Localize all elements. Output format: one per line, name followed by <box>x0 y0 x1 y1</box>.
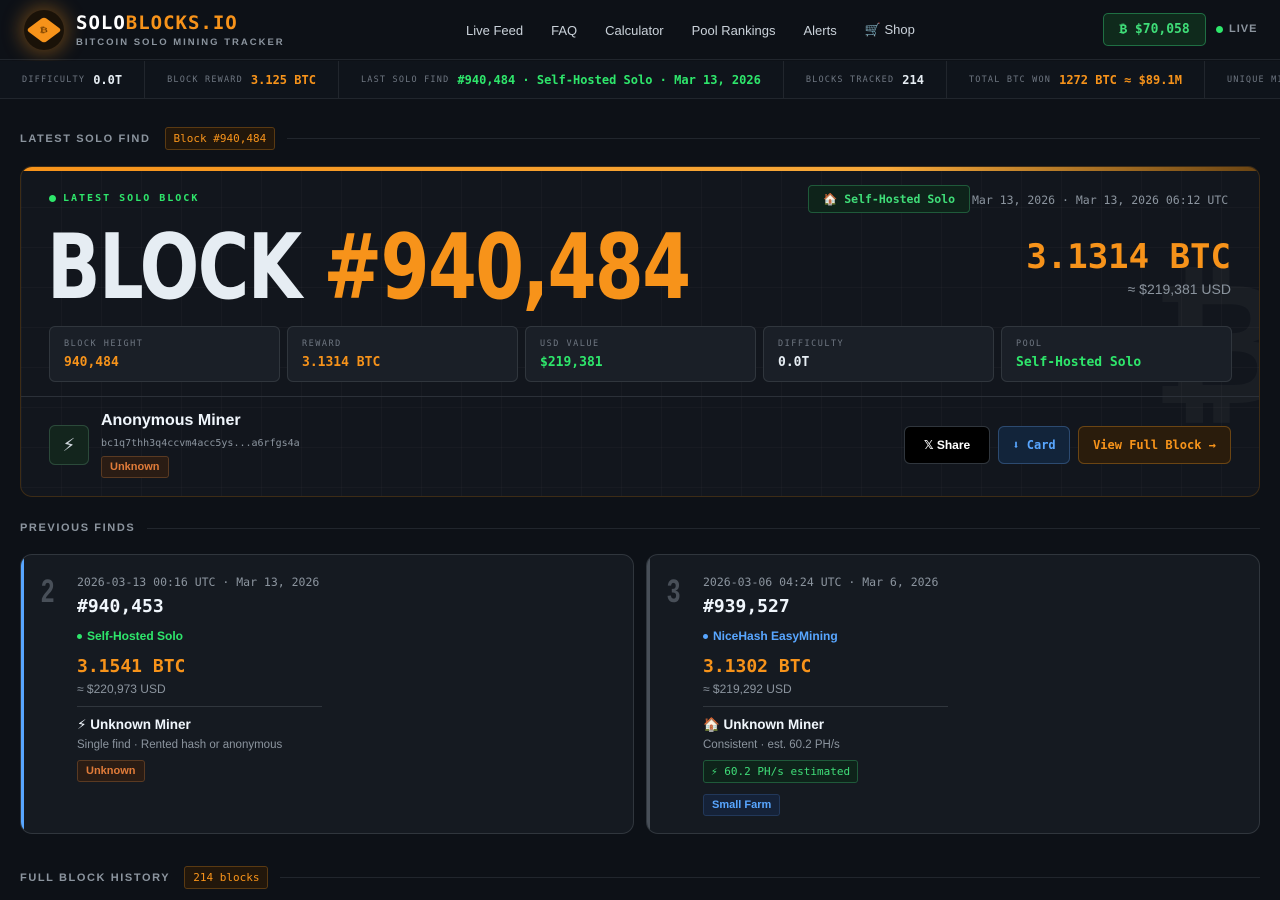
miner-description: Single find · Rented hash or anonymous <box>77 739 283 751</box>
logo-subtitle: BITCOIN SOLO MINING TRACKER <box>76 36 285 48</box>
stat-pool: POOL Self-Hosted Solo <box>1001 326 1232 382</box>
pool-dot-icon <box>77 633 82 639</box>
pool-dot-icon <box>703 633 708 639</box>
latest-section-header: LATEST SOLO FIND Block #940,484 <box>20 127 1260 150</box>
btc-price-pill[interactable]: ₿ $70,058 <box>1103 13 1206 46</box>
nav-alerts[interactable]: Alerts <box>803 23 836 38</box>
stat-block-height: BLOCK HEIGHT 940,484 <box>49 326 280 382</box>
nav-calculator[interactable]: Calculator <box>605 23 664 38</box>
logo-title: SOLOBLOCKS.IO <box>76 11 238 34</box>
previous-find-card[interactable]: 3 2026-03-06 04:24 UTC · Mar 6, 2026 #93… <box>646 554 1260 834</box>
ticker-item: BLOCK REWARD 3.125 BTC <box>145 61 339 98</box>
top-header: ₿ SOLOBLOCKS.IO BITCOIN SOLO MINING TRAC… <box>0 0 1280 60</box>
status-dot-icon <box>49 195 56 202</box>
logo[interactable]: ₿ SOLOBLOCKS.IO BITCOIN SOLO MINING TRAC… <box>24 10 285 50</box>
live-dot-icon <box>1216 25 1223 33</box>
block-reward-usd: ≈ $219,381 USD <box>1127 281 1231 297</box>
previous-find-card[interactable]: 2 2026-03-13 00:16 UTC · Mar 13, 2026 #9… <box>20 554 634 834</box>
pool-name: Self-Hosted Solo <box>77 629 183 643</box>
nav-faq[interactable]: FAQ <box>551 23 577 38</box>
blocks-count-tag[interactable]: 214 blocks <box>184 866 269 889</box>
latest-block-card: ₿ LATEST SOLO BLOCK 🏠 Self-Hosted Solo M… <box>20 166 1260 497</box>
lightning-icon: ⚡ <box>49 425 89 465</box>
stat-difficulty: DIFFICULTY 0.0T <box>763 326 994 382</box>
nav-shop[interactable]: 🛒 Shop <box>865 22 915 38</box>
ticker-item: LAST SOLO FIND #940,484 · Self-Hosted Sol… <box>339 61 784 98</box>
ticker-item: DIFFICULTY 0.0T <box>0 61 146 98</box>
reward-btc: 3.1541 BTC <box>77 656 186 677</box>
card-accent-bar <box>21 167 1259 171</box>
reward-usd: ≈ $219,292 USD <box>703 682 792 696</box>
section-divider <box>147 527 1260 529</box>
pool-badge[interactable]: 🏠 Self-Hosted Solo <box>808 185 971 213</box>
reward-btc: 3.1302 BTC <box>703 656 812 677</box>
ticker-item: TOTAL BTC WON 1272 BTC ≈ $89.1M <box>947 61 1205 98</box>
reward-usd: ≈ $220,973 USD <box>77 682 166 696</box>
block-title: BLOCK #940,484 <box>47 215 691 320</box>
section-divider <box>287 138 1260 139</box>
card-divider <box>703 706 948 707</box>
rank-number: 2 <box>41 573 55 609</box>
block-number[interactable]: #940,453 <box>77 596 164 617</box>
main-nav: Live Feed FAQ Calculator Pool Rankings A… <box>466 0 915 60</box>
card-divider <box>77 706 322 707</box>
rank-number: 3 <box>667 573 681 609</box>
ticker-item: UNIQUE MINERS <box>1226 74 1280 85</box>
hashrate-badge: ⚡ 60.2 PH/s estimated <box>703 760 859 783</box>
share-button[interactable]: 𝕏 Share <box>904 426 990 464</box>
miner-description: Consistent · est. 60.2 PH/s <box>703 739 840 751</box>
find-date: 2026-03-13 00:16 UTC · Mar 13, 2026 <box>77 575 320 589</box>
miner-address[interactable]: bc1q7thh3q4ccvm4acc5ys...a6rfgs4a <box>101 438 300 449</box>
block-date: Mar 13, 2026 · Mar 13, 2026 06:12 UTC <box>972 193 1229 207</box>
pool-name: NiceHash EasyMining <box>703 629 838 643</box>
stat-usd-value: USD VALUE $219,381 <box>525 326 756 382</box>
previous-section-header: PREVIOUS FINDS <box>20 522 1260 534</box>
latest-label: LATEST SOLO BLOCK <box>49 193 199 204</box>
latest-block-tag[interactable]: Block #940,484 <box>164 127 276 150</box>
block-reward-btc: 3.1314 BTC <box>1026 237 1231 277</box>
nav-live-feed[interactable]: Live Feed <box>466 23 523 38</box>
miner-name[interactable]: Anonymous Miner <box>101 412 241 430</box>
stats-ticker: DIFFICULTY 0.0T BLOCK REWARD 3.125 BTC LAS… <box>0 61 1280 99</box>
ticker-item: BLOCKS TRACKED 214 <box>784 61 947 98</box>
find-date: 2026-03-06 04:24 UTC · Mar 6, 2026 <box>703 575 939 589</box>
miner-status-badge: Unknown <box>101 456 169 478</box>
logo-cube-icon: ₿ <box>24 10 64 50</box>
nav-pool-rankings[interactable]: Pool Rankings <box>692 23 776 38</box>
history-section-header: FULL BLOCK HISTORY 214 blocks <box>20 866 1260 889</box>
miner-name: 🏠 Unknown Miner <box>703 717 825 732</box>
section-divider <box>280 877 1260 878</box>
card-accent-bar <box>21 555 24 833</box>
miner-type-badge: Small Farm <box>703 794 781 816</box>
card-accent-bar <box>647 555 650 833</box>
block-stats: BLOCK HEIGHT 940,484 REWARD 3.1314 BTC USD… <box>49 326 1232 382</box>
download-card-button[interactable]: ⬇ Card <box>998 426 1070 464</box>
view-full-block-button[interactable]: View Full Block → <box>1078 426 1231 464</box>
live-indicator: LIVE <box>1216 23 1257 35</box>
miner-status-badge: Unknown <box>77 760 145 782</box>
miner-name: ⚡ Unknown Miner <box>77 717 191 732</box>
card-divider <box>21 396 1259 397</box>
block-number[interactable]: #939,527 <box>703 596 790 617</box>
stat-reward: REWARD 3.1314 BTC <box>287 326 518 382</box>
